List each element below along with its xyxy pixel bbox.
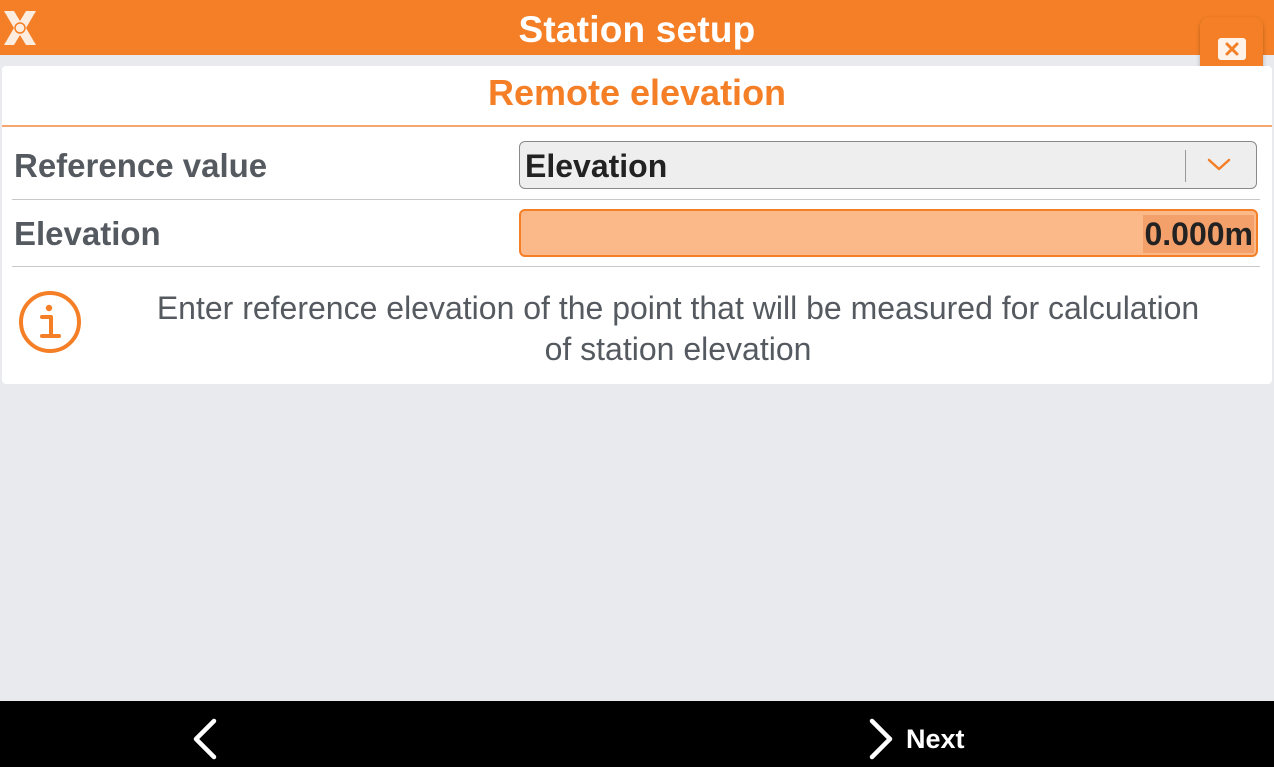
back-button[interactable] [182,715,230,763]
chevron-right-icon [869,718,893,760]
info-icon [19,291,81,353]
reference-value-select[interactable]: Elevation [519,141,1257,189]
next-button[interactable]: Next [862,715,965,763]
select-separator [1185,150,1186,182]
title-divider [2,125,1272,127]
page-title: Station setup [518,9,756,50]
chevron-left-icon [193,718,217,760]
reference-value-label: Reference value [14,147,268,184]
bottom-navigation-bar: Next [0,701,1274,767]
reference-value-selected: Elevation [525,148,668,184]
elevation-label: Elevation [14,215,161,252]
row-divider [12,266,1260,267]
chevron-down-icon [1207,158,1231,171]
card-title: Remote elevation [487,72,787,113]
station-setup-screen: Station setup Remote elevation Reference… [0,0,1274,767]
elevation-value: 0.000m [1143,215,1254,253]
info-message-line: Enter reference elevation of the point t… [156,290,1200,326]
next-label: Next [906,723,965,754]
row-divider [12,199,1260,200]
close-icon [1217,38,1246,60]
elevation-input[interactable]: 0.000m [519,209,1258,257]
info-message-line: of station elevation [544,331,812,367]
header-bar: Station setup [0,0,1274,55]
info-message: Enter reference elevation of the point t… [100,288,1256,370]
